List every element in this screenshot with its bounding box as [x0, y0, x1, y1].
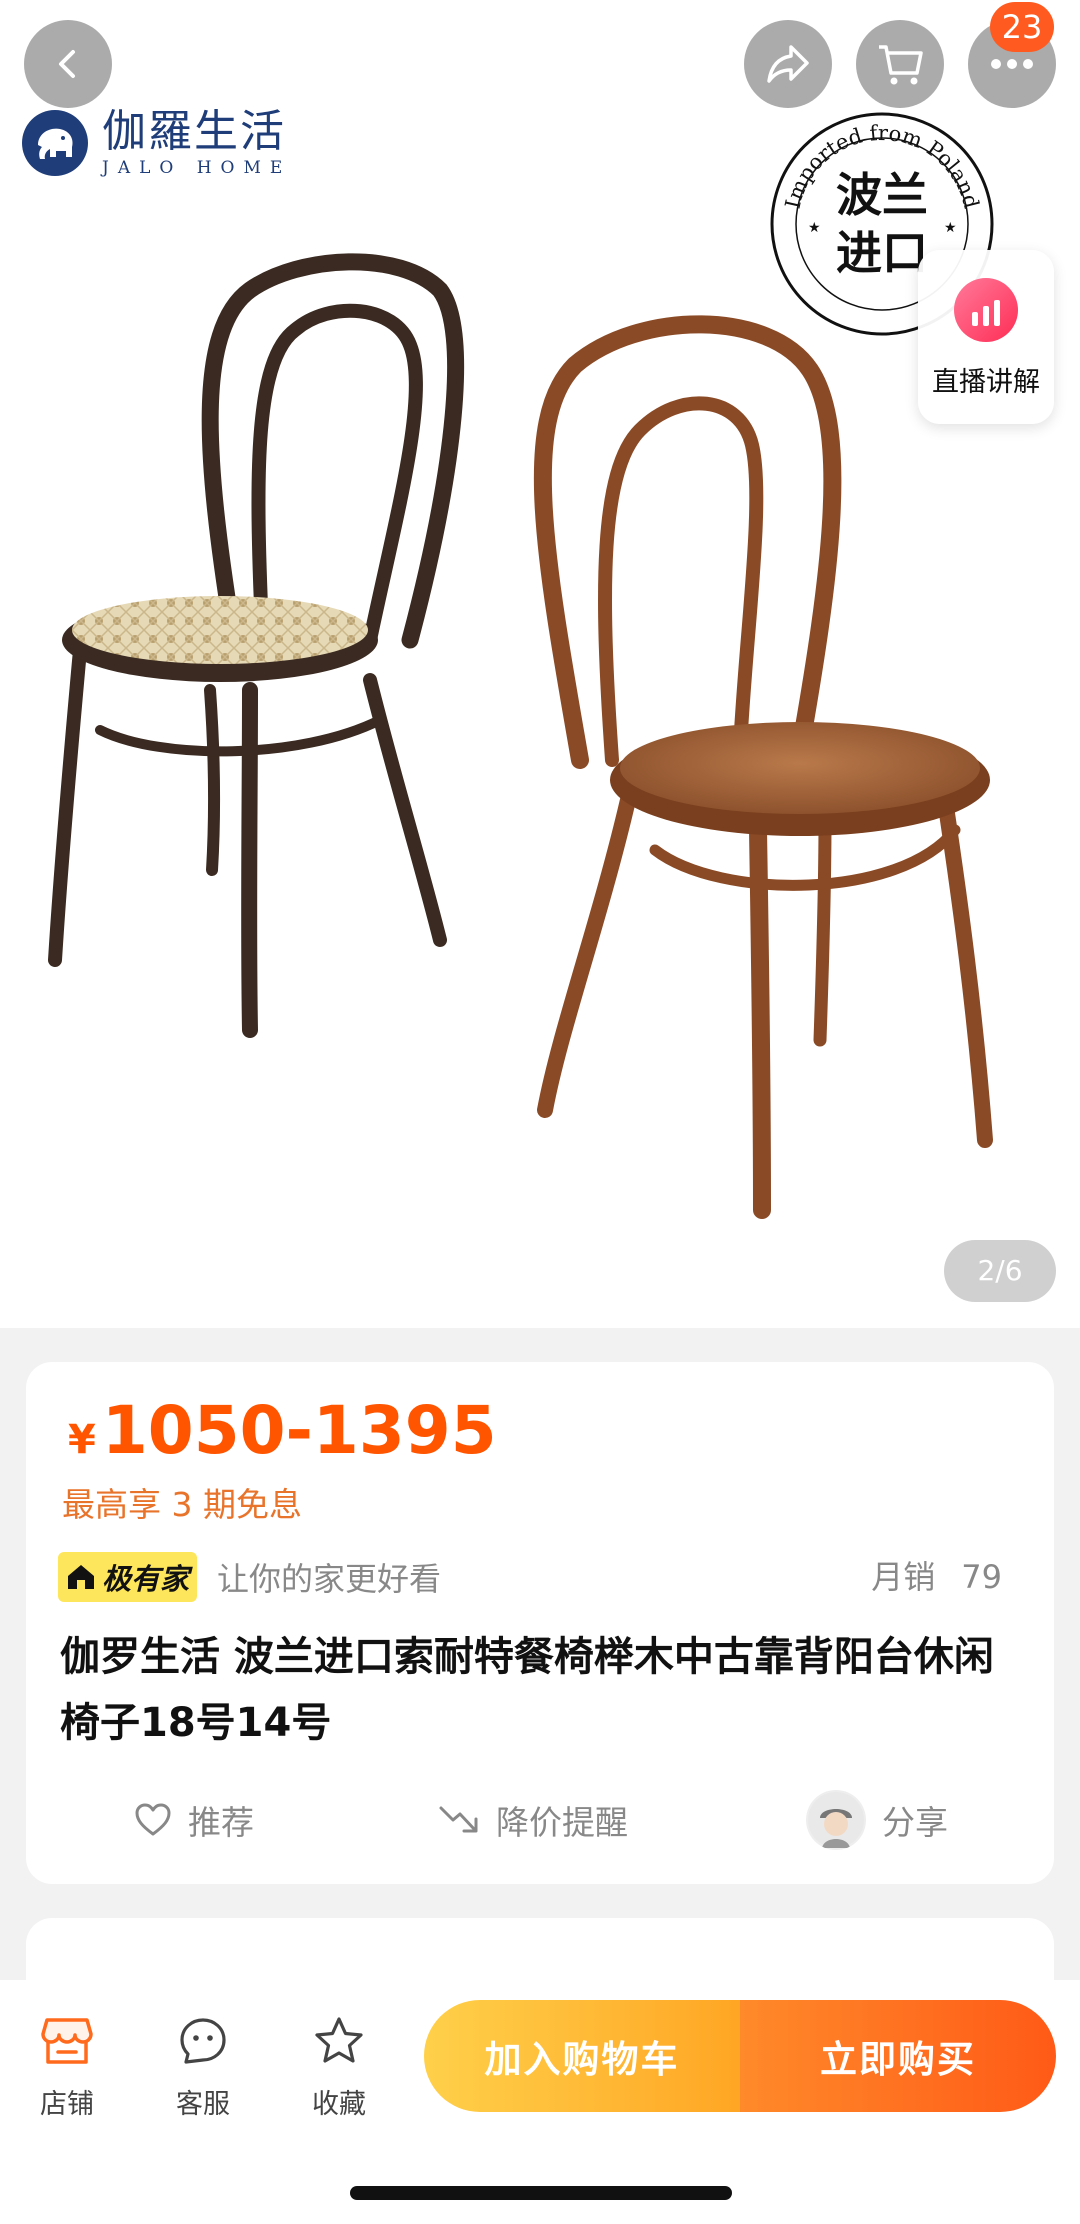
live-bars-icon — [954, 278, 1018, 342]
product-image-carousel[interactable]: 23 伽羅生活 JALO HOME Imported from Poland ★… — [0, 0, 1080, 1328]
sales-label: 月销 — [871, 1558, 936, 1596]
sales-count: 79 — [961, 1558, 1002, 1596]
heart-icon — [134, 1803, 172, 1837]
product-info-card: ¥ 1050-1395 最高享 3 期免息 极有家 让你的家更好看 月销 79 伽… — [26, 1362, 1054, 1884]
share-arrow-icon — [767, 45, 809, 83]
home-indicator[interactable] — [350, 2186, 732, 2200]
service-tab[interactable]: 客服 — [148, 2012, 258, 2121]
service-label: 客服 — [176, 2089, 230, 2120]
star-icon — [284, 2012, 394, 2070]
recommend-label: 推荐 — [188, 1803, 254, 1842]
favorite-tab[interactable]: 收藏 — [284, 2012, 394, 2121]
product-page: 23 伽羅生活 JALO HOME Imported from Poland ★… — [0, 0, 1080, 2224]
image-pager: 2/6 — [944, 1240, 1056, 1302]
product-title: 伽罗生活 波兰进口索耐特餐椅榉木中古靠背阳台休闲椅子18号14号 — [60, 1634, 994, 1746]
cart-icon — [879, 45, 923, 85]
avatar-icon — [808, 1792, 864, 1848]
jiyoujia-label: 极有家 — [102, 1562, 190, 1596]
avatar — [806, 1790, 866, 1850]
share-label: 分享 — [882, 1803, 948, 1842]
share-button[interactable]: 分享 — [806, 1782, 948, 1858]
favorite-label: 收藏 — [312, 2089, 366, 2120]
price-range: 1050-1395 — [101, 1392, 497, 1469]
back-button[interactable] — [24, 20, 112, 108]
store-tab[interactable]: 店铺 — [12, 2012, 122, 2121]
currency-symbol: ¥ — [68, 1417, 96, 1463]
cart-top-button[interactable] — [856, 20, 944, 108]
add-to-cart-button[interactable]: 加入购物车 — [424, 2000, 740, 2112]
live-explain-label: 直播讲解 — [932, 367, 1040, 398]
product-actions: 推荐 降价提醒 分享 — [26, 1782, 1054, 1858]
recommend-button[interactable]: 推荐 — [134, 1782, 254, 1858]
price-drop-icon — [438, 1802, 480, 1838]
share-top-button[interactable] — [744, 20, 832, 108]
store-icon — [12, 2012, 122, 2070]
brand-name: 伽羅生活 — [102, 106, 286, 157]
jiyoujia-tag[interactable]: 极有家 — [58, 1552, 198, 1602]
more-dots-icon — [991, 59, 1033, 69]
tag-slogan: 让你的家更好看 — [217, 1560, 442, 1598]
price-alert-button[interactable]: 降价提醒 — [438, 1782, 628, 1858]
buy-now-button[interactable]: 立即购买 — [740, 2000, 1056, 2112]
live-explain-button[interactable]: 直播讲解 — [918, 250, 1054, 424]
customer-service-icon — [148, 2012, 258, 2070]
brand-logo: 伽羅生活 JALO HOME — [22, 108, 291, 178]
price: ¥ 1050-1395 — [68, 1392, 497, 1469]
brand-subtitle: JALO HOME — [102, 158, 292, 178]
tag-row: 极有家 让你的家更好看 月销 79 — [58, 1550, 1038, 1604]
house-icon — [68, 1565, 94, 1589]
purchase-buttons: 加入购物车 立即购买 — [424, 2000, 1056, 2112]
message-count-badge: 23 — [990, 2, 1054, 52]
installment-promo[interactable]: 最高享 3 期免息 — [62, 1478, 302, 1526]
store-label: 店铺 — [40, 2089, 94, 2120]
elephant-logo-icon — [22, 110, 88, 176]
monthly-sales: 月销 79 — [871, 1550, 1002, 1604]
chevron-left-icon — [59, 50, 75, 78]
price-alert-label: 降价提醒 — [496, 1803, 628, 1842]
